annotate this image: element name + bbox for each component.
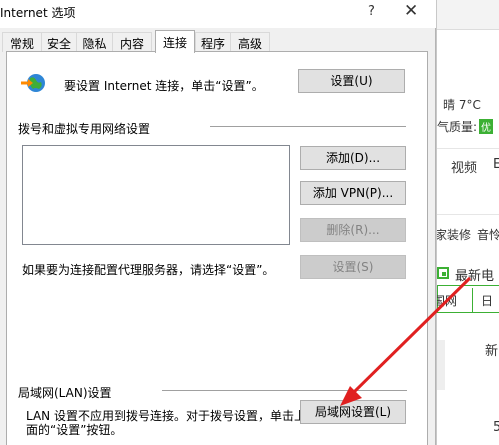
green-dot xyxy=(442,272,446,276)
air-quality-badge: 优 xyxy=(479,119,494,134)
lan-group-title: 局域网(LAN)设置 xyxy=(18,386,112,400)
setup-description: 要设置 Internet 连接，单击“设置”。 xyxy=(64,79,264,93)
proxy-description: 如果要为连接配置代理服务器，请选择“设置”。 xyxy=(22,263,275,277)
air-quality-label: 气质量: xyxy=(437,120,478,134)
background-topbar xyxy=(437,0,499,30)
add-vpn-button[interactable]: 添加 VPN(P)... xyxy=(300,181,406,205)
globe-connection-icon xyxy=(21,74,45,92)
weather-text: 晴 7°C xyxy=(443,98,481,112)
delete-button[interactable]: 删除(R)... xyxy=(300,218,406,242)
connections-listbox[interactable] xyxy=(22,145,290,245)
music-link[interactable]: 音怜 xyxy=(477,226,499,243)
internet-options-dialog: Internet 选项 ? ✕ 常规 安全 隐私 内容 连接 程序 高级 要设置… xyxy=(0,0,436,445)
background-divider xyxy=(437,148,499,149)
window-title: Internet 选项 xyxy=(0,6,76,20)
tab-privacy[interactable]: 隐私 xyxy=(76,32,113,52)
tab-strip: 常规 安全 隐私 内容 连接 程序 高级 xyxy=(0,30,436,53)
tab-advanced[interactable]: 高级 xyxy=(230,32,270,52)
green-square-icon xyxy=(437,267,449,279)
video-link[interactable]: 视频 xyxy=(451,157,477,176)
number-label: 5 xyxy=(493,420,499,435)
tab-security[interactable]: 安全 xyxy=(41,32,77,52)
setup-button[interactable]: 设置(U) xyxy=(298,69,405,93)
background-divider xyxy=(437,214,499,215)
video-link-extra[interactable]: E xyxy=(493,157,499,172)
new-label: 新 xyxy=(485,344,499,359)
air-quality-row: 气质量: 优 xyxy=(437,118,494,135)
background-browser-page: 晴 7°C 气质量:优 视频 E 家装修 音怜 最新电 国网 日 新 5 xyxy=(436,0,499,445)
decor-link[interactable]: 家装修 xyxy=(437,226,471,243)
group-divider xyxy=(210,126,406,127)
bureau-link-extra[interactable]: 日 xyxy=(481,292,493,309)
gray-block xyxy=(437,340,445,390)
connections-panel: 要设置 Internet 连接，单击“设置”。 设置(U) 拨号和虚拟专用网络设… xyxy=(6,51,428,445)
close-icon[interactable]: ✕ xyxy=(404,1,418,21)
title-bar: Internet 选项 ? ✕ xyxy=(0,0,436,28)
proxy-settings-button[interactable]: 设置(S) xyxy=(300,255,406,279)
help-icon[interactable]: ? xyxy=(368,4,375,19)
green-divider xyxy=(472,288,473,312)
dialup-group-title: 拨号和虚拟专用网络设置 xyxy=(18,122,151,136)
lan-settings-button[interactable]: 局域网设置(L) xyxy=(300,400,406,424)
tab-connections[interactable]: 连接 xyxy=(155,30,195,53)
latest-link[interactable]: 最新电 xyxy=(455,265,494,284)
bureau-link[interactable]: 国网 xyxy=(437,292,457,309)
add-button[interactable]: 添加(D)... xyxy=(300,146,406,170)
lan-description-line2: 面的“设置”按钮。 xyxy=(26,423,123,437)
tab-general[interactable]: 常规 xyxy=(2,32,42,52)
tab-programs[interactable]: 程序 xyxy=(195,32,231,52)
tab-content[interactable]: 内容 xyxy=(112,32,152,52)
group-divider xyxy=(162,390,407,391)
